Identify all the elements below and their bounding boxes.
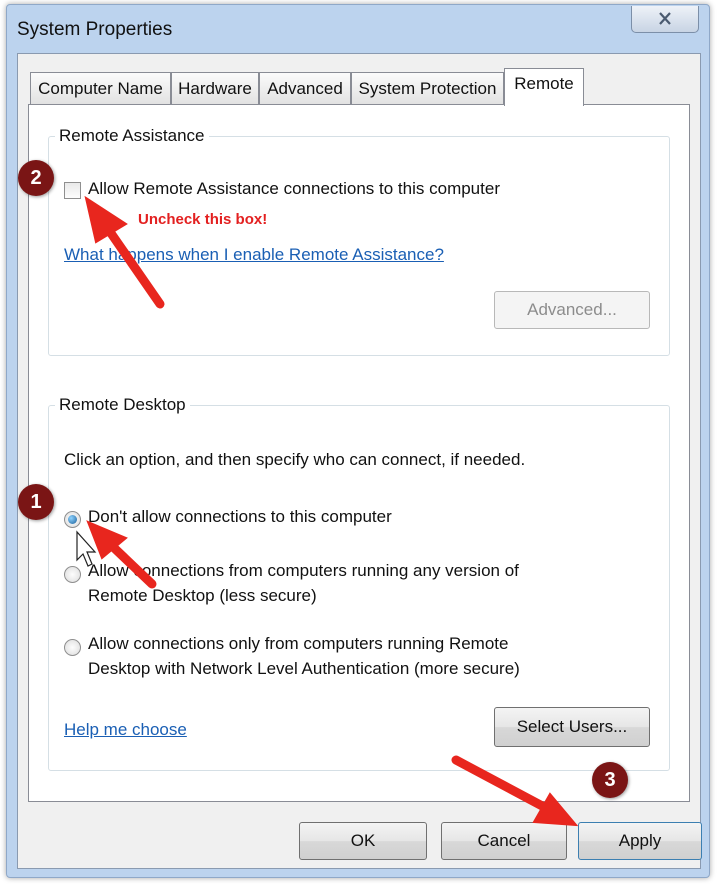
step-badge-3: 3	[592, 762, 628, 798]
step-badge-1: 1	[18, 484, 54, 520]
uncheck-annotation-note: Uncheck this box!	[138, 211, 268, 228]
step-badge-2: 2	[18, 160, 54, 196]
arrow-to-apply-icon	[451, 755, 579, 827]
mouse-cursor-icon	[76, 530, 97, 567]
annotation-arrows	[76, 195, 579, 827]
arrow-to-radio-icon	[86, 520, 157, 589]
